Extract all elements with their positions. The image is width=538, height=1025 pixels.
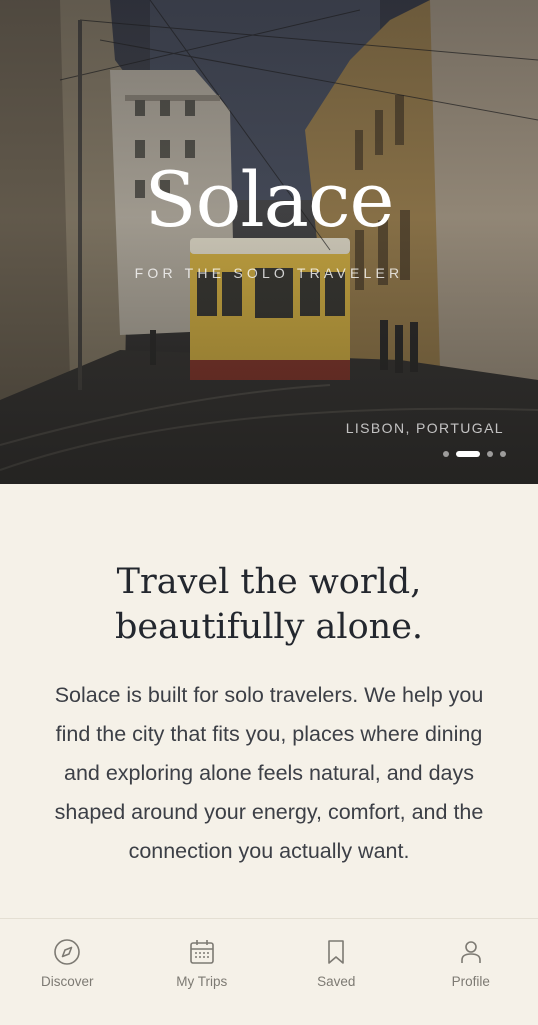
- tab-label: Saved: [317, 974, 355, 989]
- tab-saved[interactable]: Saved: [269, 919, 404, 1025]
- person-icon: [457, 938, 485, 966]
- app-logo-title: Solace: [0, 150, 538, 250]
- tab-label: My Trips: [176, 974, 227, 989]
- bookmark-icon: [322, 938, 350, 966]
- carousel-dot[interactable]: [443, 451, 449, 457]
- app-tagline: FOR THE SOLO TRAVELER: [0, 265, 538, 281]
- photo-location-caption: LISBON, PORTUGAL: [346, 420, 504, 436]
- carousel-indicator: [443, 451, 506, 457]
- hero-banner[interactable]: Solace FOR THE SOLO TRAVELER LISBON, POR…: [0, 0, 538, 484]
- carousel-dot-active[interactable]: [456, 451, 480, 457]
- bottom-tab-bar: Discover My Trips Saved Profile: [0, 918, 538, 1025]
- tab-my-trips[interactable]: My Trips: [135, 919, 270, 1025]
- carousel-dot[interactable]: [500, 451, 506, 457]
- headline-line-2: beautifully alone.: [0, 605, 538, 650]
- tab-discover[interactable]: Discover: [0, 919, 135, 1025]
- carousel-dot[interactable]: [487, 451, 493, 457]
- headline-line-1: Travel the world,: [0, 560, 538, 605]
- tab-label: Profile: [452, 974, 490, 989]
- compass-icon: [53, 938, 81, 966]
- intro-description: Solace is built for solo travelers. We h…: [36, 676, 502, 871]
- calendar-icon: [188, 938, 216, 966]
- tab-profile[interactable]: Profile: [404, 919, 538, 1025]
- intro-headline: Travel the world, beautifully alone.: [0, 560, 538, 650]
- tab-label: Discover: [41, 974, 94, 989]
